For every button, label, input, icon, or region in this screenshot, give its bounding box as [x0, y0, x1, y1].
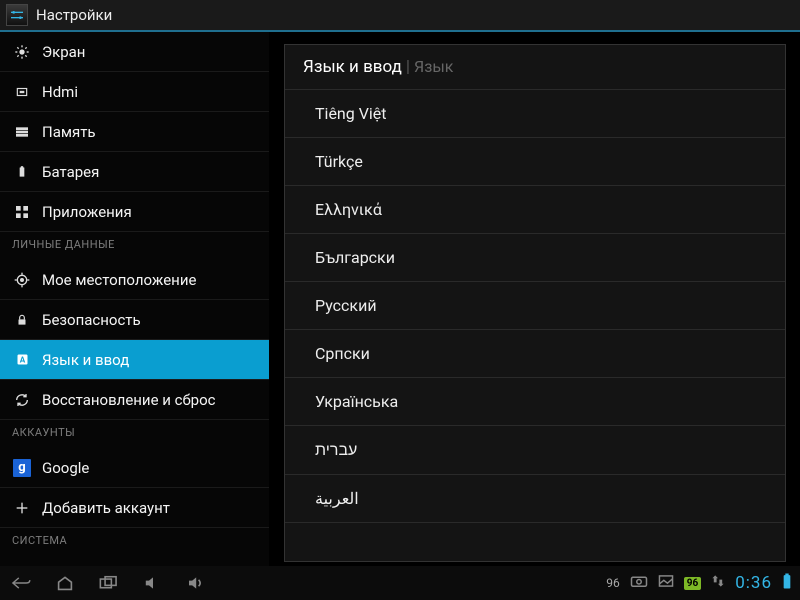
language-option[interactable]: Български	[285, 234, 785, 282]
settings-panel: Язык и ввод|Язык Tiêng Việt Türkçe Ελλην…	[284, 44, 786, 562]
app-title: Настройки	[36, 6, 112, 24]
language-option[interactable]: Tiêng Việt	[285, 90, 785, 138]
system-navbar: 96 96 0:36	[0, 566, 800, 600]
content: Экран Hdmi Память Батарея Приложения ЛИЧ…	[0, 32, 800, 566]
language-option[interactable]: עברית	[285, 426, 785, 475]
data-icon	[711, 574, 725, 592]
panel-breadcrumb: Язык	[414, 57, 453, 76]
language-icon: A	[12, 350, 32, 370]
battery-icon	[782, 572, 792, 594]
language-option[interactable]: Српски	[285, 330, 785, 378]
sidebar-item-label: Приложения	[42, 203, 132, 221]
panel-header: Язык и ввод|Язык	[285, 45, 785, 90]
sidebar-item-label: Память	[42, 123, 96, 141]
sidebar-item-add-account[interactable]: Добавить аккаунт	[0, 488, 269, 528]
sidebar-item-location[interactable]: Мое местоположение	[0, 260, 269, 300]
sidebar-item-battery[interactable]: Батарея	[0, 152, 269, 192]
sidebar-section-accounts: АККАУНТЫ	[0, 420, 269, 448]
svg-text:A: A	[19, 355, 25, 365]
recents-button[interactable]	[96, 573, 122, 593]
sidebar-item-label: Добавить аккаунт	[42, 499, 170, 517]
sidebar-item-apps[interactable]: Приложения	[0, 192, 269, 232]
language-option[interactable]: Türkçe	[285, 138, 785, 186]
sidebar: Экран Hdmi Память Батарея Приложения ЛИЧ…	[0, 32, 270, 566]
status-area[interactable]: 96 96 0:36	[606, 572, 792, 594]
battery-percent-text: 96	[606, 576, 620, 590]
language-option[interactable]: العربية	[285, 475, 785, 523]
sidebar-item-label: Безопасность	[42, 311, 141, 329]
lock-icon	[12, 310, 32, 330]
sidebar-section-system: СИСТЕМА	[0, 528, 269, 556]
sidebar-item-label: Мое местоположение	[42, 271, 196, 289]
main-panel: Язык и ввод|Язык Tiêng Việt Türkçe Ελλην…	[270, 32, 800, 566]
battery-icon	[12, 162, 32, 182]
plus-icon	[12, 498, 32, 518]
language-option[interactable]: Русский	[285, 282, 785, 330]
sidebar-item-security[interactable]: Безопасность	[0, 300, 269, 340]
refresh-icon	[12, 390, 32, 410]
sidebar-item-datetime[interactable]: Дата и время	[0, 556, 269, 566]
battery-badge: 96	[684, 577, 701, 590]
sidebar-item-display[interactable]: Экран	[0, 32, 269, 72]
apps-icon	[12, 202, 32, 222]
storage-icon	[12, 122, 32, 142]
sidebar-item-hdmi[interactable]: Hdmi	[0, 72, 269, 112]
location-icon	[12, 270, 32, 290]
back-button[interactable]	[8, 573, 34, 593]
home-button[interactable]	[52, 573, 78, 593]
language-list[interactable]: Tiêng Việt Türkçe Ελληνικά Български Рус…	[285, 90, 785, 523]
google-icon: g	[12, 458, 32, 478]
title-bar: Настройки	[0, 0, 800, 32]
hdmi-icon	[12, 82, 32, 102]
sidebar-item-label: Язык и ввод	[42, 351, 129, 369]
language-option[interactable]: Ελληνικά	[285, 186, 785, 234]
picture-icon	[658, 574, 674, 592]
sidebar-item-language[interactable]: A Язык и ввод	[0, 340, 269, 380]
sidebar-item-label: Экран	[42, 43, 85, 61]
sidebar-item-label: Google	[42, 459, 89, 477]
sidebar-item-storage[interactable]: Память	[0, 112, 269, 152]
panel-title: Язык и ввод	[303, 57, 402, 77]
clock-icon	[12, 566, 32, 567]
sidebar-item-label: Батарея	[42, 163, 99, 181]
sidebar-item-google[interactable]: g Google	[0, 448, 269, 488]
volume-down-button[interactable]	[140, 573, 166, 593]
sidebar-section-personal: ЛИЧНЫЕ ДАННЫЕ	[0, 232, 269, 260]
sidebar-item-label: Восстановление и сброс	[42, 391, 215, 409]
breadcrumb-separator: |	[402, 57, 414, 77]
settings-app-icon	[6, 4, 28, 26]
brightness-icon	[12, 42, 32, 62]
volume-up-button[interactable]	[184, 573, 210, 593]
sidebar-item-label: Hdmi	[42, 83, 78, 101]
sidebar-item-backup[interactable]: Восстановление и сброс	[0, 380, 269, 420]
camera-icon	[630, 574, 648, 592]
language-option[interactable]: Українська	[285, 378, 785, 426]
status-clock: 0:36	[735, 573, 772, 593]
